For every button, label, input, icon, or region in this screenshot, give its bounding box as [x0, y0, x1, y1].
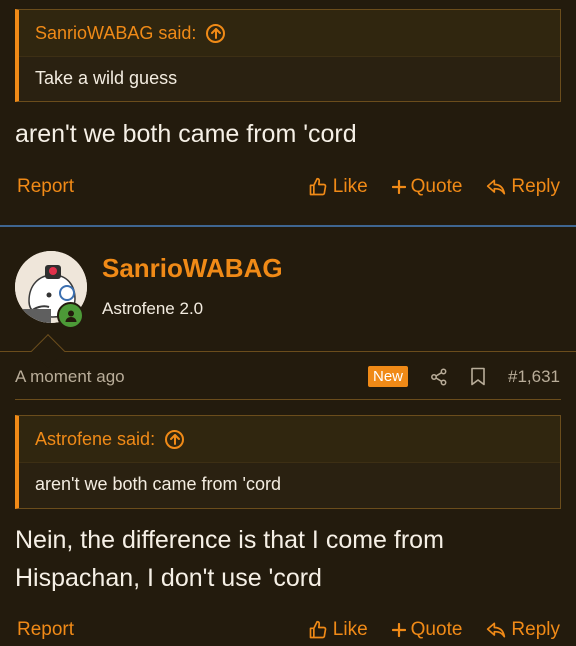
bookmark-icon[interactable] — [470, 367, 486, 386]
username-link[interactable]: SanrioWABAG — [102, 253, 283, 284]
message-line: Hispachan, I don't use 'cord — [15, 564, 322, 592]
reply-button[interactable]: Reply — [486, 176, 560, 198]
arrow-up-circle-icon[interactable] — [206, 23, 226, 43]
quote-text: Take a wild guess — [19, 56, 560, 101]
online-status-icon — [57, 302, 84, 329]
quote-text: aren't we both came from 'cord — [19, 462, 560, 508]
thumbs-up-icon — [309, 177, 327, 196]
quote-header[interactable]: Astrofene said: — [19, 416, 560, 462]
new-badge: New — [367, 366, 408, 387]
post-time[interactable]: A moment ago — [15, 367, 125, 387]
message-text: Nein, the difference is that I come from… — [15, 521, 444, 597]
post-actions: Report Like Quote Reply — [17, 619, 560, 641]
user-block: SanrioWABAG Astrofene 2.0 — [0, 233, 576, 351]
quote-author[interactable]: Astrofene said: — [35, 429, 155, 450]
quote-block: Astrofene said: aren't we both came from… — [15, 415, 561, 509]
divider — [15, 399, 561, 400]
like-label: Like — [332, 619, 368, 640]
quote-author[interactable]: SanrioWABAG said: — [35, 23, 196, 44]
post-number-link[interactable]: #1,631 — [508, 367, 560, 387]
user-title: Astrofene 2.0 — [102, 299, 204, 318]
share-icon[interactable] — [430, 368, 448, 386]
quote-label: Quote — [410, 619, 463, 640]
reply-icon — [487, 179, 506, 195]
post-separator — [0, 225, 576, 227]
thumbs-up-icon — [309, 620, 327, 639]
like-button[interactable]: Like — [308, 176, 368, 198]
report-link[interactable]: Report — [17, 619, 74, 641]
plus-icon — [391, 180, 406, 194]
quote-button[interactable]: Quote — [391, 619, 463, 641]
reply-label: Reply — [511, 619, 560, 640]
quote-header[interactable]: SanrioWABAG said: — [19, 10, 560, 56]
reply-icon — [487, 622, 506, 638]
quote-button[interactable]: Quote — [391, 176, 463, 198]
post-meta: A moment ago New #1,631 — [15, 366, 560, 387]
message-line: Nein, the difference is that I come from — [15, 526, 444, 554]
plus-icon — [391, 623, 406, 637]
arrow-up-circle-icon[interactable] — [165, 429, 185, 449]
post-actions: Report Like Quote Reply — [17, 176, 560, 198]
quote-label: Quote — [410, 176, 463, 197]
like-label: Like — [332, 176, 368, 197]
reply-button[interactable]: Reply — [486, 619, 560, 641]
report-link[interactable]: Report — [17, 176, 74, 198]
quote-block: SanrioWABAG said: Take a wild guess — [15, 9, 561, 102]
like-button[interactable]: Like — [308, 619, 368, 641]
divider — [0, 351, 576, 352]
message-text: aren't we both came from 'cord — [15, 120, 357, 148]
reply-label: Reply — [511, 176, 560, 197]
